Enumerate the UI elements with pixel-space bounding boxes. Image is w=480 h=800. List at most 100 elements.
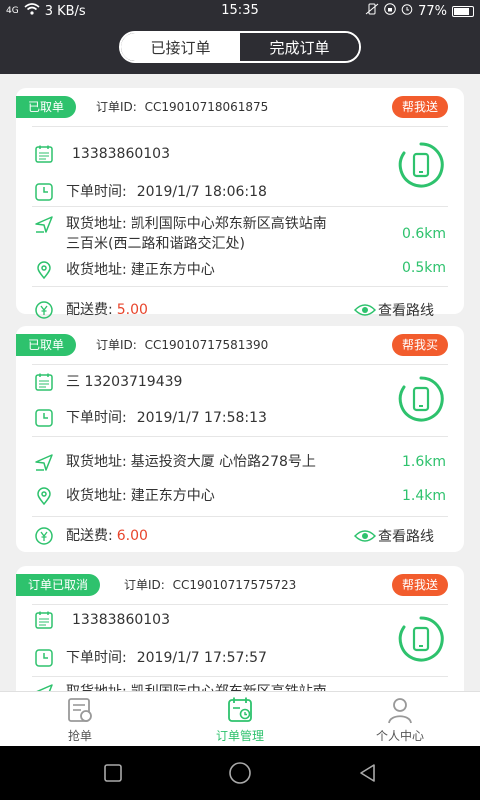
- delivery-row: 收货地址: 建正东方中心: [34, 486, 215, 506]
- order-time-row: 下单时间: 2019/1/7 17:58:13: [34, 408, 267, 428]
- call-button[interactable]: [396, 374, 446, 424]
- send-arrow-icon: [36, 684, 53, 691]
- tab-accepted-orders[interactable]: 已接订单: [121, 33, 240, 61]
- pickup-address-line1: 凯利国际中心郑东新区高铁站南: [130, 216, 327, 232]
- order-id-label: 订单ID:: [96, 338, 137, 352]
- yuan-coin-icon: [35, 301, 53, 319]
- tab-completed-orders[interactable]: 完成订单: [240, 33, 359, 61]
- tab-profile[interactable]: 个人中心: [320, 692, 480, 746]
- pickup-address-line1: 基运投资大厦 心怡路278号上: [130, 454, 316, 470]
- fee-value: 5.00: [116, 302, 148, 318]
- fee-label: 配送费:: [66, 528, 113, 544]
- order-time-row: 下单时间: 2019/1/7 17:57:57: [34, 648, 267, 668]
- home-icon[interactable]: [228, 761, 252, 785]
- divider: [32, 126, 448, 127]
- battery-percent: 77%: [418, 3, 447, 19]
- order-time-label: 下单时间:: [66, 650, 127, 666]
- delivery-address: 建正东方中心: [130, 488, 215, 504]
- order-time-row: 下单时间: 2019/1/7 18:06:18: [34, 182, 267, 202]
- order-time-label: 下单时间:: [66, 184, 127, 200]
- order-card[interactable]: 已取单 订单ID: CC19010717581390 帮我买 三 1320371…: [16, 326, 464, 552]
- divider: [32, 604, 448, 605]
- contact-phone: 三 13203719439: [66, 374, 183, 390]
- eye-icon: [354, 530, 376, 542]
- tab-order-management[interactable]: 订单管理: [160, 692, 320, 746]
- order-id: 订单ID: CC19010717581390: [96, 336, 268, 353]
- person-icon: [388, 697, 412, 723]
- battery-icon: [452, 5, 474, 17]
- tab-grab-order[interactable]: 抢单: [0, 692, 160, 746]
- fee-row: 配送费: 6.00: [34, 526, 148, 546]
- top-bar: 已接订单 完成订单: [0, 22, 480, 74]
- pickup-row: 取货地址: 凯利国际中心郑东新区高铁站南 三百米(西二路和谐路交汇处): [34, 214, 327, 254]
- order-card[interactable]: 已取单 订单ID: CC19010718061875 帮我送 133838601…: [16, 88, 464, 319]
- contact-row: 三 13203719439: [34, 372, 182, 392]
- tab-grab-label: 抢单: [67, 728, 92, 743]
- contact-phone: 13383860103: [72, 146, 170, 162]
- order-id: 订单ID: CC19010717575723: [124, 576, 296, 593]
- system-nav-bar: [0, 746, 480, 800]
- pickup-address-line2: 三百米(西二路和谐路交汇处): [66, 236, 245, 252]
- pickup-distance: 1.6km: [401, 454, 446, 470]
- clock-icon: [35, 409, 53, 427]
- tab-profile-label: 个人中心: [375, 728, 424, 743]
- order-id-value: CC19010717575723: [172, 578, 297, 592]
- order-segment-control: 已接订单 完成订单: [119, 31, 361, 63]
- view-route-label: 查看路线: [378, 529, 434, 545]
- phone-call-icon: [398, 142, 444, 188]
- order-time-value: 2019/1/7 18:06:18: [136, 184, 267, 200]
- delivery-distance: 0.5km: [401, 260, 446, 276]
- order-type-badge: 帮我送: [391, 96, 448, 118]
- back-icon[interactable]: [358, 763, 378, 783]
- pickup-label: 取货地址:: [66, 216, 127, 232]
- clock-icon: [35, 649, 53, 667]
- order-card[interactable]: 订单已取消 订单ID: CC19010717575723 帮我送 1338386…: [16, 566, 464, 691]
- fee-row: 配送费: 5.00: [34, 300, 148, 320]
- phone-call-icon: [398, 376, 444, 422]
- divider: [32, 206, 448, 207]
- location-pin-icon: [37, 261, 51, 280]
- recent-apps-icon[interactable]: [103, 763, 123, 783]
- order-type-badge: 帮我送: [391, 574, 448, 596]
- eye-icon: [354, 304, 376, 316]
- delivery-row: 收货地址: 建正东方中心: [34, 260, 215, 280]
- order-time-label: 下单时间:: [66, 410, 127, 426]
- phone-call-icon: [398, 616, 444, 662]
- order-status-badge: 订单已取消: [16, 574, 101, 596]
- delivery-distance: 1.4km: [401, 488, 446, 504]
- contact-card-icon: [35, 145, 53, 163]
- divider: [32, 364, 448, 365]
- contact-card-icon: [35, 611, 53, 629]
- pickup-row: 取货地址: 凯利国际中心郑东新区高铁站南: [34, 682, 327, 691]
- tab-manage-label: 订单管理: [215, 728, 264, 743]
- contact-row: 13383860103: [34, 610, 170, 630]
- send-arrow-icon: [35, 454, 53, 471]
- divider: [32, 516, 448, 517]
- pickup-address-line1: 凯利国际中心郑东新区高铁站南: [131, 682, 327, 691]
- fee-value: 6.00: [116, 528, 148, 544]
- divider: [32, 436, 448, 437]
- call-button[interactable]: [396, 614, 446, 664]
- location-pin-icon: [37, 487, 51, 506]
- call-button[interactable]: [396, 140, 446, 190]
- grab-order-icon: [68, 697, 92, 722]
- status-right: 77%: [365, 3, 474, 19]
- contact-row: 13383860103: [34, 144, 170, 164]
- order-id-value: CC19010718061875: [144, 100, 269, 114]
- delivery-address: 建正东方中心: [130, 262, 215, 278]
- vibrate-icon: [365, 3, 379, 19]
- order-time-value: 2019/1/7 17:57:57: [136, 650, 267, 666]
- clock: 15:35: [221, 3, 259, 18]
- delivery-label: 收货地址:: [66, 262, 127, 278]
- order-type-badge: 帮我买: [391, 334, 448, 356]
- status-bar: 4G 3 KB/s 15:35 77%: [0, 0, 480, 22]
- clock-icon: [35, 183, 53, 201]
- view-route-label: 查看路线: [378, 303, 434, 319]
- view-route-button[interactable]: 查看路线: [354, 526, 434, 546]
- view-route-button[interactable]: 查看路线: [354, 300, 434, 320]
- order-id-label: 订单ID:: [96, 100, 137, 114]
- order-list[interactable]: 已取单 订单ID: CC19010718061875 帮我送 133838601…: [0, 74, 480, 691]
- alarm-icon: [401, 3, 413, 19]
- yuan-coin-icon: [35, 527, 53, 545]
- pickup-row: 取货地址: 基运投资大厦 心怡路278号上: [34, 452, 316, 472]
